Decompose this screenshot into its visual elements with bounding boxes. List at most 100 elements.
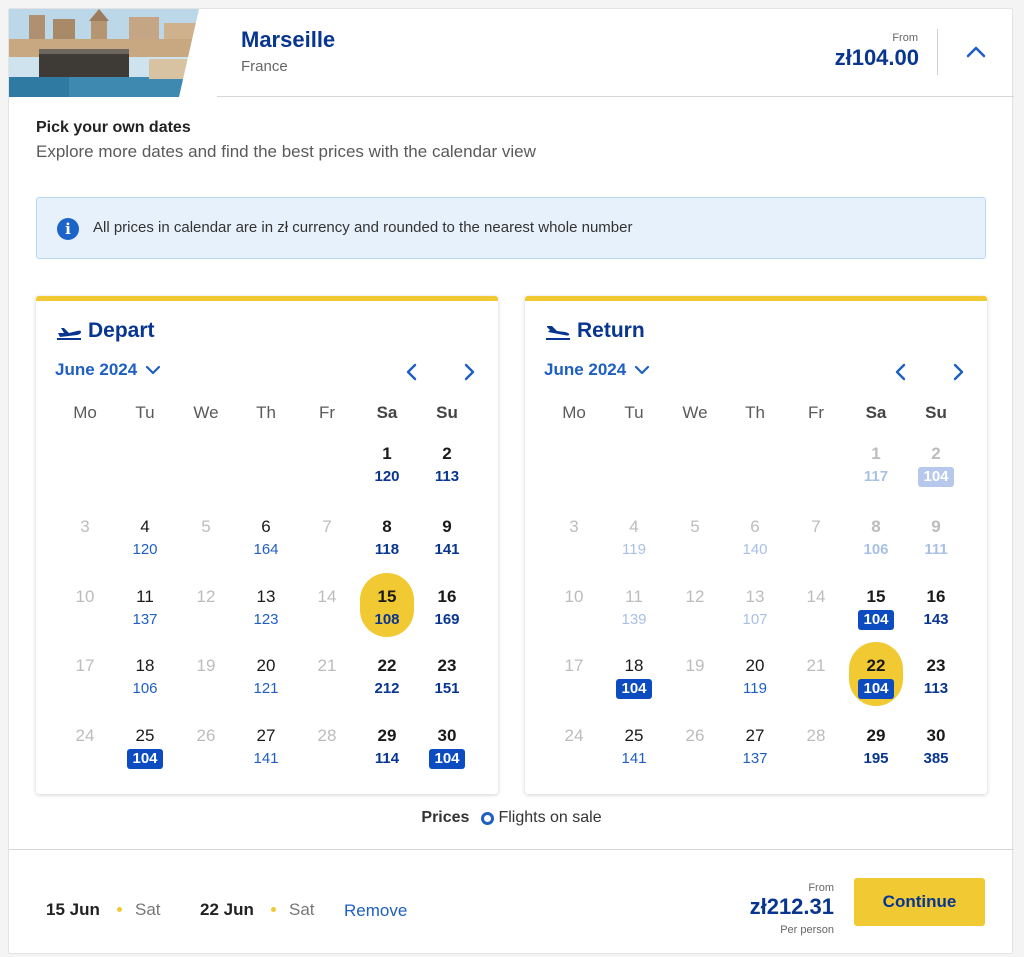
return-next-month-button[interactable]: [946, 359, 972, 385]
return-day-13[interactable]: 13 107: [727, 587, 783, 645]
return-day-27[interactable]: 27 137: [727, 726, 783, 784]
day-price: 164: [253, 541, 279, 558]
day-number: 25: [624, 726, 644, 745]
return-day-8[interactable]: 8 106: [848, 517, 904, 575]
day-price: 123: [253, 611, 279, 628]
depart-day-12[interactable]: 12: [178, 587, 234, 645]
depart-day-1[interactable]: 1 120: [359, 444, 415, 502]
return-prev-month-button[interactable]: [887, 359, 913, 385]
day-price: 104: [616, 679, 652, 699]
return-day-11[interactable]: 11 139: [606, 587, 662, 645]
day-number: 11: [625, 587, 643, 606]
return-day-25[interactable]: 25 141: [606, 726, 662, 784]
depart-day-25[interactable]: 25 104: [117, 726, 173, 784]
header-divider: [937, 29, 938, 75]
depart-month-select[interactable]: June 2024: [55, 360, 161, 380]
weekday-header: Fr: [807, 403, 825, 422]
depart-day-6[interactable]: 6 164: [238, 517, 294, 575]
return-day-28[interactable]: 28: [788, 726, 844, 784]
return-month-label: June 2024: [544, 360, 627, 379]
day-number: 28: [317, 726, 337, 745]
depart-day-2[interactable]: 2 113: [419, 444, 475, 502]
depart-day-28[interactable]: 28: [299, 726, 355, 784]
depart-day-26[interactable]: 26: [178, 726, 234, 784]
return-day-22[interactable]: 22 104: [848, 642, 904, 714]
total-from-label: From: [808, 882, 834, 894]
depart-day-5[interactable]: 5: [178, 517, 234, 575]
return-day-24[interactable]: 24: [546, 726, 602, 784]
return-day-19[interactable]: 19: [667, 656, 723, 714]
return-day-2[interactable]: 2 104: [908, 444, 964, 502]
collapse-button[interactable]: [959, 37, 993, 67]
return-day-4[interactable]: 4 119: [606, 517, 662, 575]
day-price: 140: [742, 541, 768, 558]
return-day-20[interactable]: 20 119: [727, 656, 783, 714]
return-day-10[interactable]: 10: [546, 587, 602, 645]
depart-day-14[interactable]: 14: [299, 587, 355, 645]
return-day-30[interactable]: 30 385: [908, 726, 964, 784]
remove-dates-link[interactable]: Remove: [344, 901, 407, 921]
return-day-23[interactable]: 23 113: [908, 656, 964, 714]
return-day-21[interactable]: 21: [788, 656, 844, 714]
return-day-9[interactable]: 9 111: [908, 517, 964, 575]
depart-prev-month-button[interactable]: [398, 359, 424, 385]
day-price: 195: [863, 750, 889, 767]
day-number: 9: [442, 517, 452, 536]
day-number: 23: [437, 656, 457, 675]
chevron-right-icon: [953, 363, 964, 381]
depart-day-27[interactable]: 27 141: [238, 726, 294, 784]
depart-day-8[interactable]: 8 118: [359, 517, 415, 575]
return-day-14[interactable]: 14: [788, 587, 844, 645]
depart-day-15[interactable]: 15 108: [359, 573, 415, 645]
day-number: 10: [564, 587, 584, 606]
day-number: 2: [931, 444, 941, 463]
return-day-3[interactable]: 3: [546, 517, 602, 575]
depart-day-16[interactable]: 16 169: [419, 587, 475, 645]
depart-day-19[interactable]: 19: [178, 656, 234, 714]
return-day-15[interactable]: 15 104: [848, 587, 904, 645]
return-day-29[interactable]: 29 195: [848, 726, 904, 784]
day-price: 169: [434, 611, 460, 628]
per-person-label: Per person: [780, 924, 834, 936]
day-number: 16: [437, 587, 457, 606]
return-day-17[interactable]: 17: [546, 656, 602, 714]
return-day-7[interactable]: 7: [788, 517, 844, 575]
depart-day-9[interactable]: 9 141: [419, 517, 475, 575]
day-number: 10: [75, 587, 95, 606]
return-day-6[interactable]: 6 140: [727, 517, 783, 575]
depart-next-month-button[interactable]: [457, 359, 483, 385]
day-number: 3: [569, 517, 579, 536]
day-number: 4: [629, 517, 639, 536]
return-day-1[interactable]: 1 117: [848, 444, 904, 502]
day-number: 13: [256, 587, 276, 606]
day-price: 106: [863, 541, 889, 558]
day-number: 17: [564, 656, 584, 675]
depart-day-3[interactable]: 3: [57, 517, 113, 575]
return-day-18[interactable]: 18 104: [606, 656, 662, 714]
info-icon: i: [57, 218, 79, 240]
day-number: 24: [75, 726, 95, 745]
depart-day-13[interactable]: 13 123: [238, 587, 294, 645]
depart-day-23[interactable]: 23 151: [419, 656, 475, 714]
depart-day-18[interactable]: 18 106: [117, 656, 173, 714]
day-number: 14: [317, 587, 337, 606]
return-day-12[interactable]: 12: [667, 587, 723, 645]
continue-button[interactable]: Continue: [854, 878, 985, 926]
depart-day-10[interactable]: 10: [57, 587, 113, 645]
return-month-select[interactable]: June 2024: [544, 360, 650, 380]
depart-day-7[interactable]: 7: [299, 517, 355, 575]
depart-day-20[interactable]: 20 121: [238, 656, 294, 714]
depart-day-29[interactable]: 29 114: [359, 726, 415, 784]
return-day-5[interactable]: 5: [667, 517, 723, 575]
depart-day-24[interactable]: 24: [57, 726, 113, 784]
chevron-up-icon: [966, 46, 986, 58]
depart-day-4[interactable]: 4 120: [117, 517, 173, 575]
depart-day-21[interactable]: 21: [299, 656, 355, 714]
depart-day-30[interactable]: 30 104: [419, 726, 475, 784]
currency-info-banner: i All prices in calendar are in zł curre…: [36, 197, 986, 259]
depart-day-22[interactable]: 22 212: [359, 656, 415, 714]
return-day-16[interactable]: 16 143: [908, 587, 964, 645]
depart-day-17[interactable]: 17: [57, 656, 113, 714]
return-day-26[interactable]: 26: [667, 726, 723, 784]
depart-day-11[interactable]: 11 137: [117, 587, 173, 645]
